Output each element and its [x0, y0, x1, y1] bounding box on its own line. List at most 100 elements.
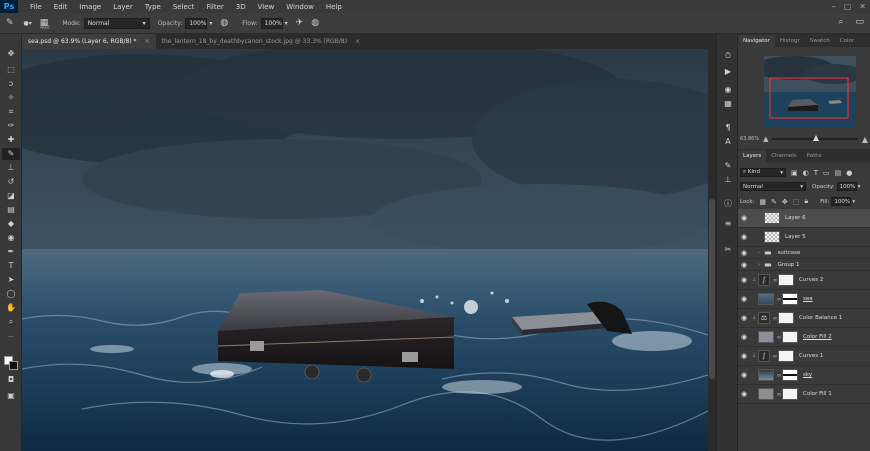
- eraser-tool-icon[interactable]: ◪: [2, 190, 20, 202]
- actions-icon[interactable]: ▶: [721, 66, 735, 78]
- filter-toggle-icon[interactable]: ●: [846, 169, 852, 177]
- filter-type-icon[interactable]: T: [814, 169, 818, 177]
- crop-tool-icon[interactable]: ⌗: [2, 106, 20, 118]
- navigator-preview[interactable]: [764, 56, 856, 128]
- eye-icon[interactable]: ◉: [738, 333, 750, 341]
- eye-icon[interactable]: ◉: [738, 233, 750, 241]
- vertical-scrollbar[interactable]: [708, 49, 716, 451]
- lock-position-icon[interactable]: ✥: [782, 198, 788, 206]
- eye-icon[interactable]: ◉: [738, 295, 750, 303]
- pressure-size-icon[interactable]: ◍: [311, 18, 319, 28]
- move-tool-icon[interactable]: ✥: [2, 48, 20, 60]
- filter-pixel-icon[interactable]: ▣: [791, 169, 798, 177]
- zoom-tool-icon[interactable]: ⌕: [2, 316, 20, 328]
- layer-row[interactable]: ◉ ∞ Color Fill 2: [738, 328, 870, 347]
- filter-kind-select[interactable]: ⌕ Kind ▾: [740, 168, 786, 177]
- pen-tool-icon[interactable]: ✒: [2, 246, 20, 258]
- dodge-tool-icon[interactable]: ◉: [2, 232, 20, 244]
- menu-file[interactable]: File: [24, 3, 48, 11]
- eye-icon[interactable]: ◉: [738, 249, 750, 257]
- info-icon[interactable]: ⓘ: [721, 198, 735, 210]
- zoom-out-icon[interactable]: ▲: [763, 135, 768, 143]
- airbrush-icon[interactable]: ✈: [296, 18, 304, 28]
- quick-select-tool-icon[interactable]: ✧: [2, 92, 20, 104]
- brush-tool-icon[interactable]: ✎: [6, 18, 14, 28]
- menu-image[interactable]: Image: [73, 3, 107, 11]
- eye-icon[interactable]: ◉: [738, 276, 750, 284]
- quick-mask-icon[interactable]: ◘: [2, 374, 20, 386]
- eye-icon[interactable]: ◉: [738, 371, 750, 379]
- tab-color[interactable]: Color: [835, 35, 859, 47]
- layer-row[interactable]: ◉ ↓ ∫ ∞ Curves 2: [738, 271, 870, 290]
- tab-paths[interactable]: Paths: [802, 150, 827, 162]
- opacity-input[interactable]: 100%: [185, 17, 208, 29]
- tab-lantern-jpg[interactable]: the_lantern_18_by_deathbycanon_stock.jpg…: [156, 34, 367, 49]
- pressure-opacity-icon[interactable]: ◍: [220, 18, 228, 28]
- lasso-tool-icon[interactable]: ↄ: [2, 78, 20, 90]
- background-color-swatch[interactable]: [9, 361, 18, 370]
- mode-select[interactable]: Normal ▾: [83, 17, 150, 29]
- flow-input[interactable]: 100%: [260, 17, 283, 29]
- layer-fill-input[interactable]: 100%: [831, 197, 852, 206]
- color-wheel-icon[interactable]: ◉: [721, 84, 735, 96]
- paragraph-icon[interactable]: ¶: [721, 122, 735, 134]
- brush-tool-icon[interactable]: ✎: [2, 148, 20, 160]
- menu-3d[interactable]: 3D: [230, 3, 252, 11]
- maximize-button[interactable]: ▢: [844, 2, 852, 11]
- layer-opacity-input[interactable]: 100%: [836, 182, 857, 191]
- chevron-down-icon[interactable]: ▾: [858, 184, 861, 190]
- chevron-down-icon[interactable]: ▾: [285, 20, 288, 27]
- eye-icon[interactable]: ◉: [738, 214, 750, 222]
- brush-presets-icon[interactable]: ✎: [721, 160, 735, 172]
- chevron-down-icon[interactable]: ▾: [209, 20, 212, 27]
- tab-swatches[interactable]: Swatch: [805, 35, 835, 47]
- type-tool-icon[interactable]: T: [2, 260, 20, 272]
- swatches-icon[interactable]: ▦: [721, 98, 735, 110]
- filter-smart-object-icon[interactable]: ▤: [835, 169, 842, 177]
- eyedropper-tool-icon[interactable]: ✑: [2, 120, 20, 132]
- layer-row[interactable]: ◉ ↓ ⚖ ∞ Color Balance 1: [738, 309, 870, 328]
- zoom-slider[interactable]: [772, 135, 858, 141]
- hand-tool-icon[interactable]: ✋: [2, 302, 20, 314]
- marquee-tool-icon[interactable]: ⬚: [2, 64, 20, 76]
- eye-icon[interactable]: ◉: [738, 352, 750, 360]
- healing-tool-icon[interactable]: ✚: [2, 134, 20, 146]
- character-icon[interactable]: A: [721, 136, 735, 148]
- eye-icon[interactable]: ◉: [738, 261, 750, 269]
- history-brush-tool-icon[interactable]: ↺: [2, 176, 20, 188]
- zoom-in-icon[interactable]: ▲: [862, 135, 868, 144]
- path-select-tool-icon[interactable]: ➤: [2, 274, 20, 286]
- menu-view[interactable]: View: [252, 3, 281, 11]
- tab-navigator[interactable]: Navigator: [738, 35, 775, 47]
- menu-filter[interactable]: Filter: [200, 3, 229, 11]
- zoom-value[interactable]: 63.86%: [740, 136, 759, 142]
- menu-edit[interactable]: Edit: [48, 3, 74, 11]
- gradient-tool-icon[interactable]: ▤: [2, 204, 20, 216]
- screen-mode-icon[interactable]: ▣: [2, 390, 20, 402]
- layer-row[interactable]: ◉ ∞ sea: [738, 290, 870, 309]
- document-canvas[interactable]: [22, 49, 708, 451]
- blend-mode-select[interactable]: Normal ▾: [740, 182, 806, 191]
- layer-row[interactable]: ◉ ∞ sky: [738, 366, 870, 385]
- search-icon[interactable]: ⌕: [838, 17, 843, 27]
- lock-all-icon[interactable]: 🔒︎: [804, 197, 808, 206]
- menu-window[interactable]: Window: [280, 3, 320, 11]
- menu-type[interactable]: Type: [139, 3, 167, 11]
- tool-presets-icon[interactable]: ✂: [721, 244, 735, 256]
- tab-histogram[interactable]: Histogr: [775, 35, 805, 47]
- blur-tool-icon[interactable]: ◆: [2, 218, 20, 230]
- brush-preset-picker[interactable]: ●▾: [24, 20, 32, 27]
- history-icon[interactable]: ⏱: [721, 50, 735, 62]
- eye-icon[interactable]: ◉: [738, 314, 750, 322]
- menu-layer[interactable]: Layer: [107, 3, 139, 11]
- zoom-slider-knob[interactable]: [813, 135, 820, 141]
- close-icon[interactable]: ×: [355, 38, 360, 45]
- menu-select[interactable]: Select: [167, 3, 201, 11]
- menu-help[interactable]: Help: [320, 3, 348, 11]
- layer-row[interactable]: ◉ Layer 5: [738, 228, 870, 247]
- lock-transparent-icon[interactable]: ▦: [759, 198, 766, 206]
- eye-icon[interactable]: ◉: [738, 390, 750, 398]
- stamp-tool-icon[interactable]: ⊥: [2, 162, 20, 174]
- close-button[interactable]: ✕: [859, 2, 866, 11]
- filter-shape-icon[interactable]: ▭: [823, 169, 830, 177]
